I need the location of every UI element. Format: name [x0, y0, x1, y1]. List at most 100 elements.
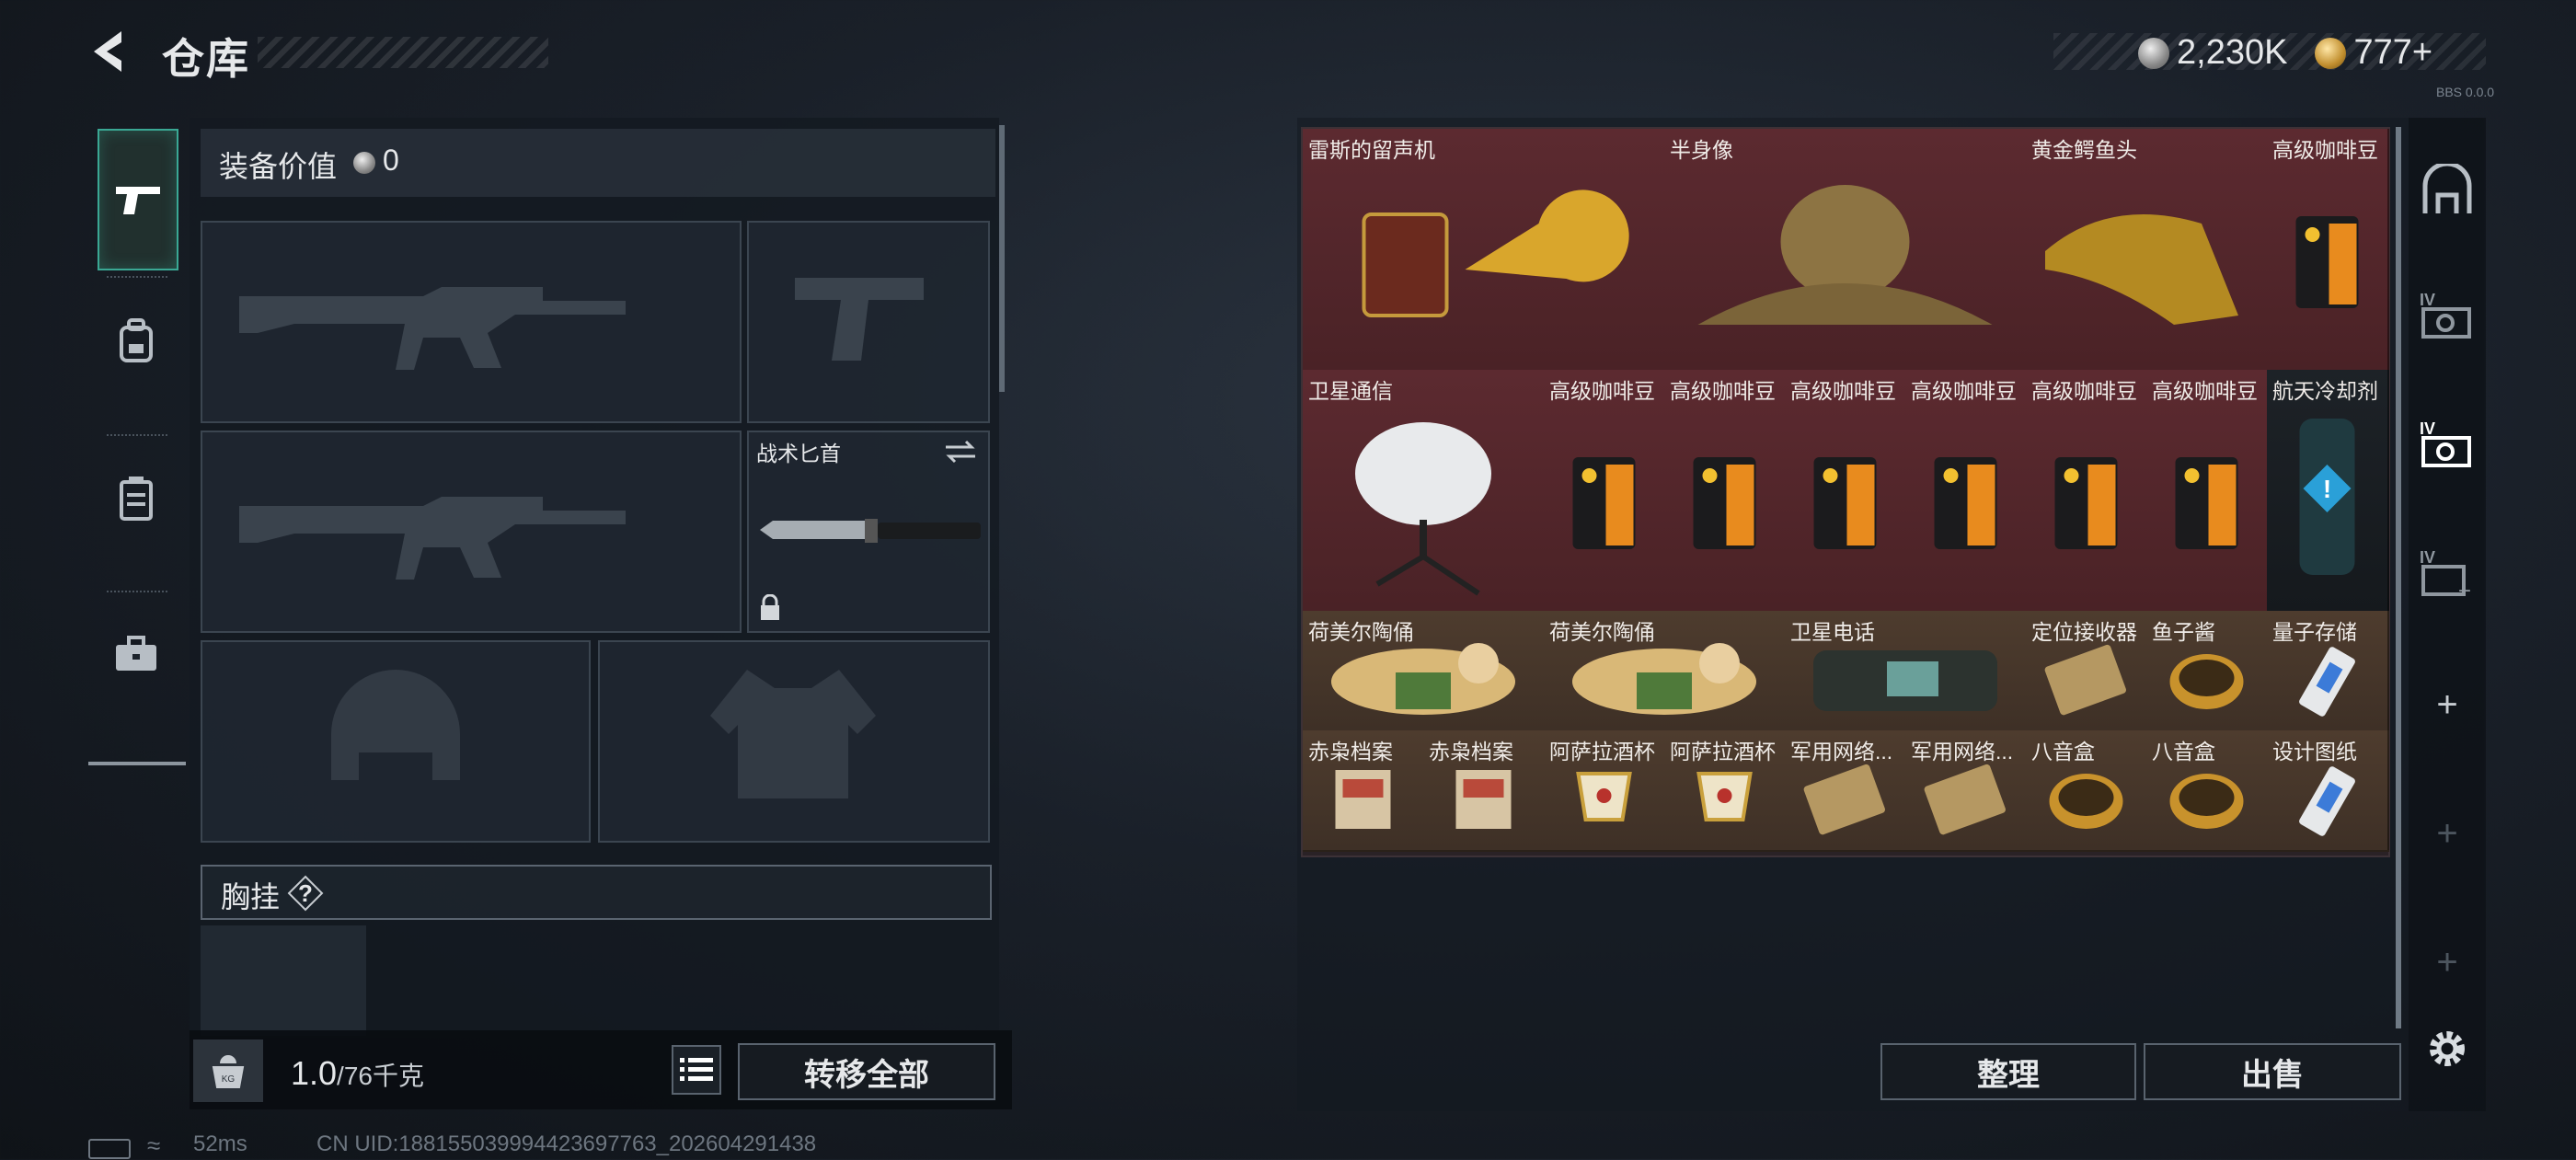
inventory-item[interactable]: 军用网络... — [1905, 730, 2028, 852]
item-icon — [2054, 457, 2118, 549]
inventory-item[interactable]: 定位接收器 — [2026, 611, 2148, 732]
inventory-item[interactable]: 阿萨拉酒杯 — [1664, 730, 1787, 852]
inventory-item[interactable]: 军用网络... — [1785, 730, 1907, 852]
armor-slot[interactable] — [598, 640, 990, 843]
inventory-item[interactable]: 设计图纸 — [2267, 730, 2389, 852]
item-name: 阿萨拉酒杯 — [1670, 740, 1776, 764]
item-name: 高级咖啡豆 — [2031, 379, 2137, 403]
chest-rig-slot[interactable] — [201, 925, 366, 1036]
transfer-all-button[interactable]: 转移全部 — [738, 1043, 995, 1100]
tab-backpack[interactable] — [98, 281, 175, 401]
item-icon — [1693, 457, 1756, 549]
inventory-item[interactable]: 八音盒 — [2146, 730, 2269, 852]
body-armor-silhouette-icon — [710, 670, 876, 798]
item-name: 半身像 — [1670, 138, 1733, 162]
settings-icon — [2430, 1031, 2465, 1066]
back-arrow-icon[interactable] — [85, 28, 132, 75]
item-name: 卫星电话 — [1790, 620, 1875, 644]
category-rail — [88, 125, 186, 765]
inventory-item[interactable]: 量子存储 — [2267, 611, 2389, 732]
inventory-item[interactable]: 高级咖啡豆 — [1664, 370, 1787, 613]
swap-icon[interactable] — [942, 438, 979, 465]
inventory-item[interactable]: 八音盒 — [2026, 730, 2148, 852]
weight-icon: KG — [193, 1039, 263, 1102]
settings-button[interactable] — [2418, 1019, 2477, 1078]
inventory-item[interactable]: 半身像 — [1664, 129, 2028, 372]
container-tab-3[interactable]: IV + — [2418, 543, 2477, 602]
item-icon — [2175, 457, 2238, 549]
inventory-item[interactable]: 高级咖啡豆 — [1905, 370, 2028, 613]
container-tab-2[interactable]: IV — [2418, 414, 2477, 473]
item-name: 鱼子酱 — [2152, 620, 2215, 644]
inventory-item[interactable]: 高级咖啡豆 — [1785, 370, 1907, 613]
battery-icon — [88, 1139, 131, 1159]
item-name: 高级咖啡豆 — [1549, 379, 1655, 403]
sort-button[interactable]: 整理 — [1880, 1043, 2136, 1100]
weight-current: 1.0 — [291, 1054, 338, 1092]
add-icon: + — [2436, 941, 2458, 982]
inventory-grid: 雷斯的留声机 半身像 黄金鳄鱼头 高级咖啡豆 卫星通信 高级咖啡豆 高级咖啡豆 高… — [1301, 127, 2390, 857]
list-view-button[interactable] — [672, 1045, 721, 1095]
item-name: 高级咖啡豆 — [2272, 138, 2378, 162]
inventory-item[interactable]: 黄金鳄鱼头 — [2026, 129, 2269, 372]
container-tab-1[interactable]: IV — [2418, 285, 2477, 344]
pistol-icon — [116, 187, 160, 214]
silver-currency: 2,230K — [2177, 33, 2288, 72]
item-name: 黄金鳄鱼头 — [2031, 138, 2137, 162]
inventory-item[interactable]: 高级咖啡豆 — [2026, 370, 2148, 613]
safe-box-icon — [2422, 164, 2472, 213]
gold-coin-icon — [2315, 37, 2347, 69]
item-icon — [1697, 185, 1993, 325]
page-title: 仓库 — [162, 35, 250, 83]
item-name: 高级咖啡豆 — [1911, 379, 2017, 403]
list-icon — [680, 1058, 713, 1081]
item-name: 高级咖啡豆 — [2152, 379, 2258, 403]
inventory-item[interactable]: 鱼子酱 — [2146, 611, 2269, 732]
inventory-item[interactable]: 赤枭档案 — [1303, 730, 1425, 852]
container-iv-3-icon: IV + — [2420, 548, 2471, 600]
uid-label: CN UID:188155039994423697763_20260429143… — [316, 1131, 817, 1156]
inventory-item[interactable]: ! 航天冷却剂 — [2267, 370, 2389, 613]
chest-rig-label: 胸挂 — [221, 880, 281, 913]
helmet-silhouette-icon — [331, 670, 460, 780]
inventory-scrollbar[interactable] — [2396, 127, 2401, 1028]
equipment-scrollbar[interactable] — [999, 125, 1005, 392]
item-name: 军用网络... — [1790, 740, 1893, 764]
add-container-button-locked: + — [2418, 804, 2477, 863]
inventory-item[interactable]: 卫星电话 — [1785, 611, 2028, 732]
inventory-item[interactable]: 卫星通信 — [1303, 370, 1546, 613]
add-container-button[interactable]: + — [2418, 675, 2477, 734]
title-decoration — [258, 37, 548, 68]
inventory-item[interactable]: 雷斯的留声机 — [1303, 129, 1666, 372]
safe-box-tab[interactable] — [2418, 162, 2477, 221]
pistol-slot[interactable] — [747, 221, 990, 423]
item-icon — [2295, 216, 2359, 308]
helmet-slot[interactable] — [201, 640, 591, 843]
tab-weapons[interactable] — [98, 129, 178, 270]
item-name: 赤枭档案 — [1308, 740, 1393, 764]
inventory-item[interactable]: 赤枭档案 — [1423, 730, 1546, 852]
item-icon — [1355, 422, 1491, 596]
inventory-item[interactable]: 荷美尔陶俑 — [1303, 611, 1546, 732]
item-name: 荷美尔陶俑 — [1549, 620, 1655, 644]
melee-label: 战术匕首 — [756, 442, 841, 465]
tab-toolbox[interactable] — [98, 594, 175, 714]
inventory-item[interactable]: 高级咖啡豆 — [2267, 129, 2389, 372]
gold-plus-button[interactable]: + — [2412, 33, 2432, 72]
inventory-item[interactable]: 荷美尔陶俑 — [1544, 611, 1787, 732]
secondary-weapon-slot[interactable] — [201, 431, 742, 633]
currency-bar: 2,230K 777+ — [2053, 33, 2486, 72]
primary-weapon-slot[interactable] — [201, 221, 742, 423]
melee-slot[interactable]: 战术匕首 — [747, 431, 990, 633]
help-icon[interactable]: ? — [287, 875, 324, 912]
item-icon — [1362, 190, 1629, 317]
inventory-item[interactable]: 阿萨拉酒杯 — [1544, 730, 1666, 852]
container-iv-2-icon: IV — [2420, 419, 2471, 467]
inventory-item[interactable]: 高级咖啡豆 — [2146, 370, 2269, 613]
storage-box-icon — [120, 477, 153, 521]
container-iv-1-icon: IV — [2420, 291, 2471, 339]
sell-button[interactable]: 出售 — [2144, 1043, 2401, 1100]
tab-storage[interactable] — [98, 438, 175, 557]
inventory-item[interactable]: 高级咖啡豆 — [1544, 370, 1666, 613]
item-name: 高级咖啡豆 — [1670, 379, 1776, 403]
